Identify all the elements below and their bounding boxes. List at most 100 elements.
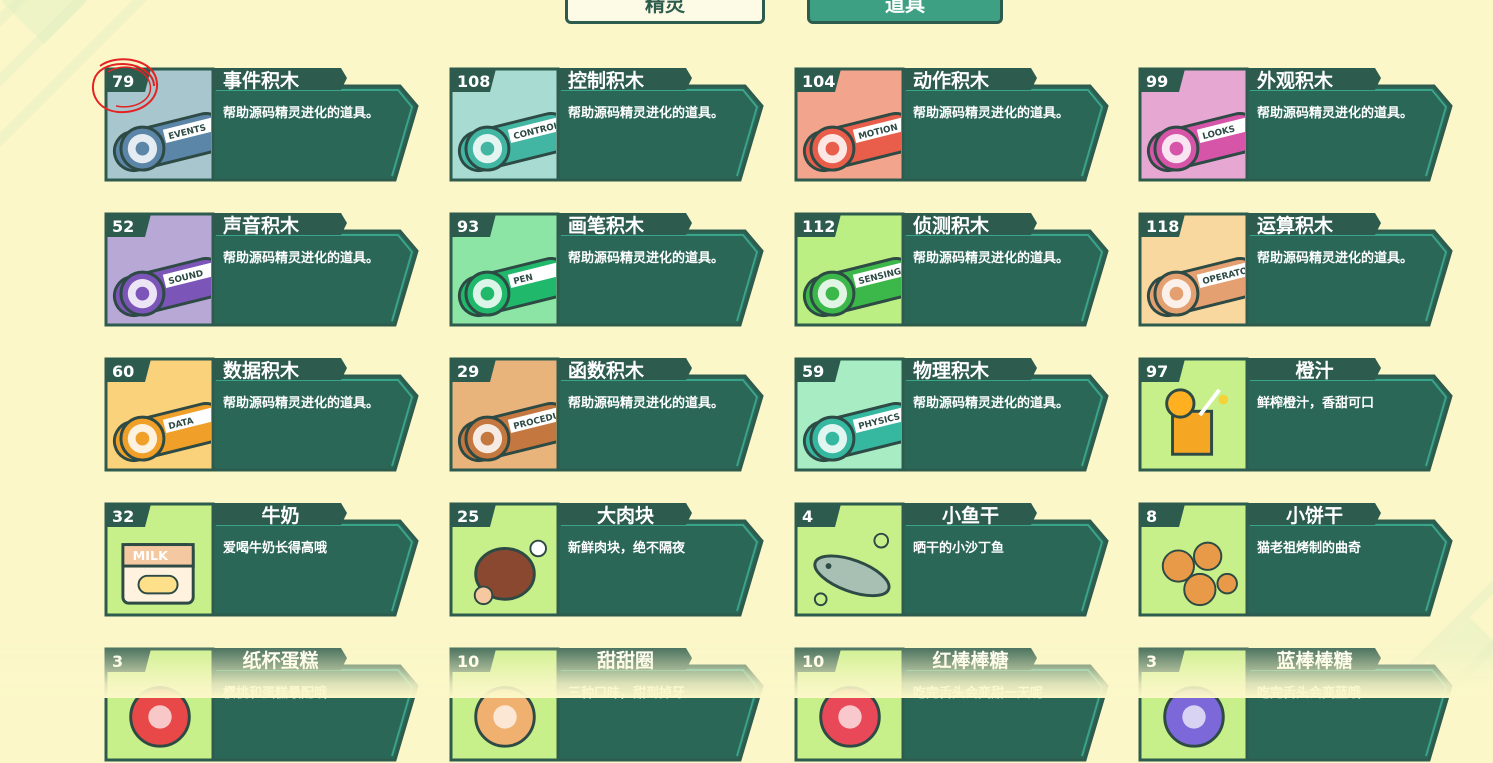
item-card[interactable]: SOUND 52 声音积木帮助源码精灵进化的道具。 bbox=[104, 212, 420, 328]
item-name: 甜甜圈 bbox=[596, 650, 654, 672]
item-count: 32 bbox=[112, 507, 135, 526]
toggle-icon: EVENTS bbox=[112, 112, 211, 173]
tab-spirit[interactable]: 精灵 bbox=[565, 0, 765, 24]
item-count: 25 bbox=[457, 507, 480, 526]
item-card[interactable]: 97 橙汁鲜榨橙汁，香甜可口 bbox=[1138, 357, 1454, 473]
item-description: 吃完舌头会变甜一天呢 bbox=[913, 686, 1044, 701]
item-card[interactable]: PROCEDURES 29 函数积木 帮助源码精灵进化的道具。 bbox=[449, 357, 765, 473]
item-card[interactable]: CONTROL 108 控制积木帮助源码精灵进化的道具。 bbox=[449, 67, 765, 183]
item-name: 事件积木 bbox=[223, 70, 300, 92]
item-name: 数据积木 bbox=[223, 360, 300, 382]
item-card[interactable]: 3 纸杯蛋糕樱桃和蛋糕最配哦 bbox=[104, 647, 420, 763]
item-count: 104 bbox=[802, 72, 836, 91]
item-description: 帮助源码精灵进化的道具。 bbox=[1257, 106, 1414, 121]
item-card[interactable]: 4 小鱼干晒干的小沙丁鱼 bbox=[794, 502, 1110, 618]
item-name: 外观积木 bbox=[1257, 70, 1334, 92]
item-description: 爱喝牛奶长得高哦 bbox=[223, 541, 328, 556]
gamepad-icon: CONTROL bbox=[457, 112, 556, 173]
item-count: 10 bbox=[802, 652, 825, 671]
item-count: 3 bbox=[1146, 652, 1158, 671]
item-count: 29 bbox=[457, 362, 480, 381]
item-card[interactable]: MILK 32 牛奶爱喝牛奶长得高哦 bbox=[104, 502, 420, 618]
dried-fish-icon bbox=[813, 532, 891, 607]
item-count: 99 bbox=[1146, 72, 1169, 91]
item-description: 新鲜肉块，绝不隔夜 bbox=[568, 541, 686, 556]
item-description: 帮助源码精灵进化的道具。 bbox=[223, 396, 380, 411]
item-description: 鲜榨橙汁，香甜可口 bbox=[1257, 396, 1375, 411]
item-description: 帮助源码精灵进化的道具。 bbox=[568, 251, 725, 266]
item-description: 帮助源码精灵进化的道具。 bbox=[1257, 251, 1414, 266]
blue-lollipop-icon bbox=[1163, 686, 1225, 748]
item-description: 帮助源码精灵进化的道具。 bbox=[568, 396, 725, 411]
item-card[interactable]: PHYSICS 59 物理积木帮助源码精灵进化的道具。 bbox=[794, 357, 1110, 473]
item-count: 8 bbox=[1146, 507, 1158, 526]
item-count: 108 bbox=[457, 72, 491, 91]
item-card[interactable]: 3 蓝棒棒糖吃完舌头会变蓝哦 bbox=[1138, 647, 1454, 763]
item-card[interactable]: OPERATORS 118 运算积木帮助源码精灵进化的道具。 bbox=[1138, 212, 1454, 328]
item-card[interactable]: DATA 60 数据积木帮助源码精灵进化的道具。 bbox=[104, 357, 420, 473]
item-name: 控制积木 bbox=[568, 70, 645, 92]
milk-carton-icon: MILK bbox=[121, 543, 195, 605]
item-card[interactable]: PEN 93 画笔积木帮助源码精灵进化的道具。 bbox=[449, 212, 765, 328]
microphone-icon: SOUND bbox=[112, 257, 211, 318]
item-description: 帮助源码精灵进化的道具。 bbox=[913, 396, 1070, 411]
item-name: 小鱼干 bbox=[941, 505, 999, 527]
item-description: 晒干的小沙丁鱼 bbox=[913, 541, 1005, 556]
item-description: 帮助源码精灵进化的道具。 bbox=[568, 106, 725, 121]
item-name: 橙汁 bbox=[1295, 360, 1334, 382]
tab-items[interactable]: 道具 bbox=[807, 0, 1003, 24]
item-count: 3 bbox=[112, 652, 124, 671]
cupcake-icon bbox=[129, 686, 191, 748]
category-tabs: 精灵 道具 bbox=[0, 0, 1493, 28]
item-description: 三种口味，甜到掉牙 bbox=[568, 686, 686, 701]
item-count: 52 bbox=[112, 217, 135, 236]
item-card[interactable]: EVENTS 79 事件积木 帮助源码精灵进化的道具。 bbox=[104, 67, 420, 183]
item-name: 牛奶 bbox=[261, 505, 300, 527]
item-count: 10 bbox=[457, 652, 480, 671]
function-icon: PROCEDURES bbox=[457, 402, 556, 463]
item-description: 帮助源码精灵进化的道具。 bbox=[913, 106, 1070, 121]
donut-icon bbox=[474, 686, 536, 748]
item-card[interactable]: 10 红棒棒糖吃完舌头会变甜一天呢 bbox=[794, 647, 1110, 763]
item-count: 97 bbox=[1146, 362, 1169, 381]
target-icon: SENSING bbox=[802, 257, 901, 318]
item-name: 红棒棒糖 bbox=[932, 650, 1009, 672]
magnet-icon: PHYSICS bbox=[802, 402, 901, 463]
item-count: 59 bbox=[802, 362, 825, 381]
item-name: 物理积木 bbox=[913, 360, 990, 382]
red-lollipop-icon bbox=[819, 686, 881, 748]
item-count: 112 bbox=[802, 217, 836, 236]
item-count: 4 bbox=[802, 507, 814, 526]
item-card[interactable]: SENSING 112 侦测积木 帮助源码精灵进化的道具。 bbox=[794, 212, 1110, 328]
item-description: 樱桃和蛋糕最配哦 bbox=[223, 686, 328, 701]
item-name: 纸杯蛋糕 bbox=[242, 650, 319, 672]
cookie-icon bbox=[1161, 541, 1238, 607]
item-count: 60 bbox=[112, 362, 135, 381]
item-card[interactable]: LOOKS 99 外观积木帮助源码精灵进化的道具。 bbox=[1138, 67, 1454, 183]
item-name: 小饼干 bbox=[1285, 505, 1343, 527]
item-count: 93 bbox=[457, 217, 480, 236]
calculator-icon: OPERATORS bbox=[1146, 257, 1245, 318]
item-name: 动作积木 bbox=[913, 70, 990, 92]
item-description: 帮助源码精灵进化的道具。 bbox=[223, 251, 380, 266]
item-card[interactable]: MOTION 104 动作积木帮助源码精灵进化的道具。 bbox=[794, 67, 1110, 183]
svg-text:MILK: MILK bbox=[133, 548, 169, 563]
orange-juice-icon bbox=[1165, 388, 1229, 456]
item-description: 帮助源码精灵进化的道具。 bbox=[913, 251, 1070, 266]
item-name: 声音积木 bbox=[223, 215, 300, 237]
bar-chart-icon: DATA bbox=[112, 402, 211, 463]
item-card[interactable]: 10 甜甜圈三种口味，甜到掉牙 bbox=[449, 647, 765, 763]
item-description: 吃完舌头会变蓝哦 bbox=[1257, 686, 1362, 701]
item-count: 79 bbox=[112, 72, 135, 91]
item-card[interactable]: 8 小饼干猫老祖烤制的曲奇 bbox=[1138, 502, 1454, 618]
shirt-icon: LOOKS bbox=[1146, 112, 1245, 173]
item-name: 运算积木 bbox=[1257, 215, 1334, 237]
item-description: 猫老祖烤制的曲奇 bbox=[1257, 541, 1362, 556]
item-name: 画笔积木 bbox=[568, 215, 645, 237]
item-card[interactable]: 25 大肉块 新鲜肉块，绝不隔夜 bbox=[449, 502, 765, 618]
item-count: 118 bbox=[1146, 217, 1180, 236]
meat-icon bbox=[473, 539, 547, 606]
pen-icon: PEN bbox=[457, 257, 556, 318]
ghost-icon: MOTION bbox=[802, 112, 901, 173]
item-name: 蓝棒棒糖 bbox=[1276, 650, 1353, 672]
